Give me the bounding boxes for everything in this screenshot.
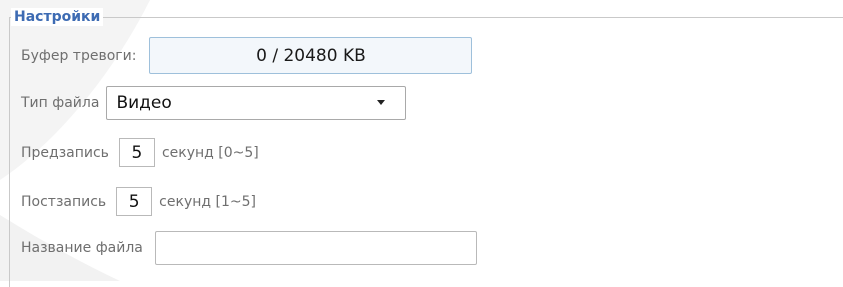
pre-record-label: Предзапись bbox=[21, 144, 109, 161]
alarm-buffer-label: Буфер тревоги: bbox=[21, 47, 137, 64]
file-type-label: Тип файла bbox=[21, 95, 100, 111]
alarm-buffer-row: Буфер тревоги: 0 / 20480 KB bbox=[21, 37, 473, 74]
post-record-label: Постзапись bbox=[21, 193, 107, 210]
pre-record-unit: секунд [0~5] bbox=[161, 144, 259, 161]
file-name-label: Название файла bbox=[21, 240, 143, 256]
file-name-input[interactable] bbox=[154, 231, 477, 265]
alarm-buffer-display: 0 / 20480 KB bbox=[149, 37, 473, 74]
file-name-row: Название файла bbox=[21, 231, 477, 265]
post-record-input[interactable]: 5 bbox=[116, 187, 153, 216]
file-type-selected: Видео bbox=[116, 93, 172, 113]
pre-record-row: Предзапись 5 секунд [0~5] bbox=[21, 138, 259, 167]
file-type-row: Тип файла Видео bbox=[21, 86, 407, 120]
post-record-row: Постзапись 5 секунд [1~5] bbox=[21, 187, 256, 216]
settings-title: Настройки bbox=[11, 8, 104, 26]
post-record-unit: секунд [1~5] bbox=[159, 193, 256, 210]
pre-record-input[interactable]: 5 bbox=[118, 138, 155, 167]
file-type-select[interactable]: Видео bbox=[106, 86, 407, 120]
chevron-down-icon bbox=[377, 100, 386, 105]
